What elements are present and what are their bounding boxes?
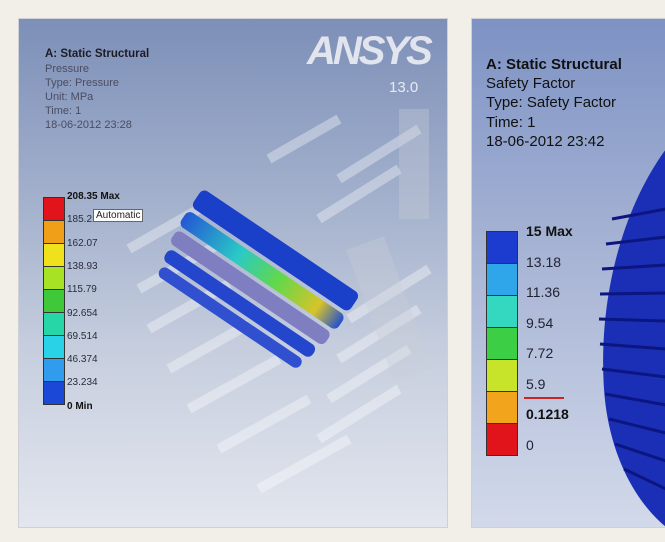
version-label: 13.0	[389, 79, 419, 96]
legend-color-swatch	[487, 423, 517, 455]
legend-value-label: 5.9	[526, 375, 546, 392]
result-time: Time: 1	[486, 113, 536, 131]
legend-value-label: 0.1218	[526, 406, 569, 422]
safety-factor-viewport[interactable]: A: Static Structural Safety Factor Type:…	[471, 18, 665, 528]
legend-color-swatch	[44, 289, 64, 312]
safety-factor-color-legend	[486, 231, 518, 456]
legend-color-swatch	[44, 243, 64, 266]
legend-value-label: 0 Min	[67, 400, 93, 412]
result-time: Time: 1	[45, 104, 82, 117]
legend-color-swatch	[487, 232, 517, 263]
legend-value-label: 15 Max	[526, 223, 573, 239]
analysis-title: A: Static Structural	[45, 48, 150, 60]
legend-color-swatch	[487, 295, 517, 327]
result-name: Pressure	[45, 62, 90, 75]
automatic-label[interactable]: Automatic	[93, 209, 144, 222]
legend-value-label: 138.93	[67, 260, 98, 272]
result-name: Safety Factor	[486, 75, 576, 93]
legend-value-label: 92.654	[67, 307, 98, 319]
legend-color-swatch	[487, 263, 517, 295]
legend-color-swatch	[44, 381, 64, 404]
legend-value-label: 0	[526, 436, 534, 453]
legend-color-swatch	[44, 312, 64, 335]
pressure-result-viewport[interactable]: ANSYS 13.0 A: Static Structural Pressure…	[18, 18, 448, 528]
legend-color-swatch	[487, 391, 517, 423]
result-type: Type: Pressure	[45, 76, 119, 89]
legend-value-label: 208.35 Max	[67, 191, 120, 202]
legend-color-swatch	[44, 198, 64, 220]
legend-value-label: 69.514	[67, 330, 98, 342]
legend-value-label: 11.36	[526, 284, 560, 300]
legend-value-label: 9.54	[526, 314, 554, 331]
result-type: Type: Safety Factor	[486, 94, 617, 112]
legend-color-swatch	[44, 358, 64, 381]
legend-value-label: 162.07	[67, 237, 98, 249]
ansys-logo: ANSYS	[307, 29, 433, 73]
legend-value-label: 7.72	[526, 345, 554, 361]
legend-value-label: 23.234	[67, 377, 98, 389]
result-date: 18-06-2012 23:42	[486, 132, 605, 150]
legend-color-swatch	[487, 359, 517, 391]
legend-color-swatch	[44, 335, 64, 358]
result-info-block: A: Static Structural Pressure Type: Pres…	[45, 47, 149, 132]
legend-color-swatch	[44, 220, 64, 243]
red-underline-mark	[524, 397, 564, 399]
analysis-title: A: Static Structural	[486, 56, 622, 73]
legend-value-label: 13.18	[526, 253, 562, 270]
result-info-block: A: Static Structural Safety Factor Type:…	[486, 55, 622, 151]
result-date: 18-06-2012 23:28	[45, 119, 132, 132]
legend-color-swatch	[487, 327, 517, 359]
legend-value-label: 46.374	[67, 354, 98, 366]
legend-value-label: 115.79	[67, 284, 97, 296]
result-unit: Unit: MPa	[45, 90, 94, 103]
pressure-color-legend	[43, 197, 65, 405]
legend-color-swatch	[44, 266, 64, 289]
